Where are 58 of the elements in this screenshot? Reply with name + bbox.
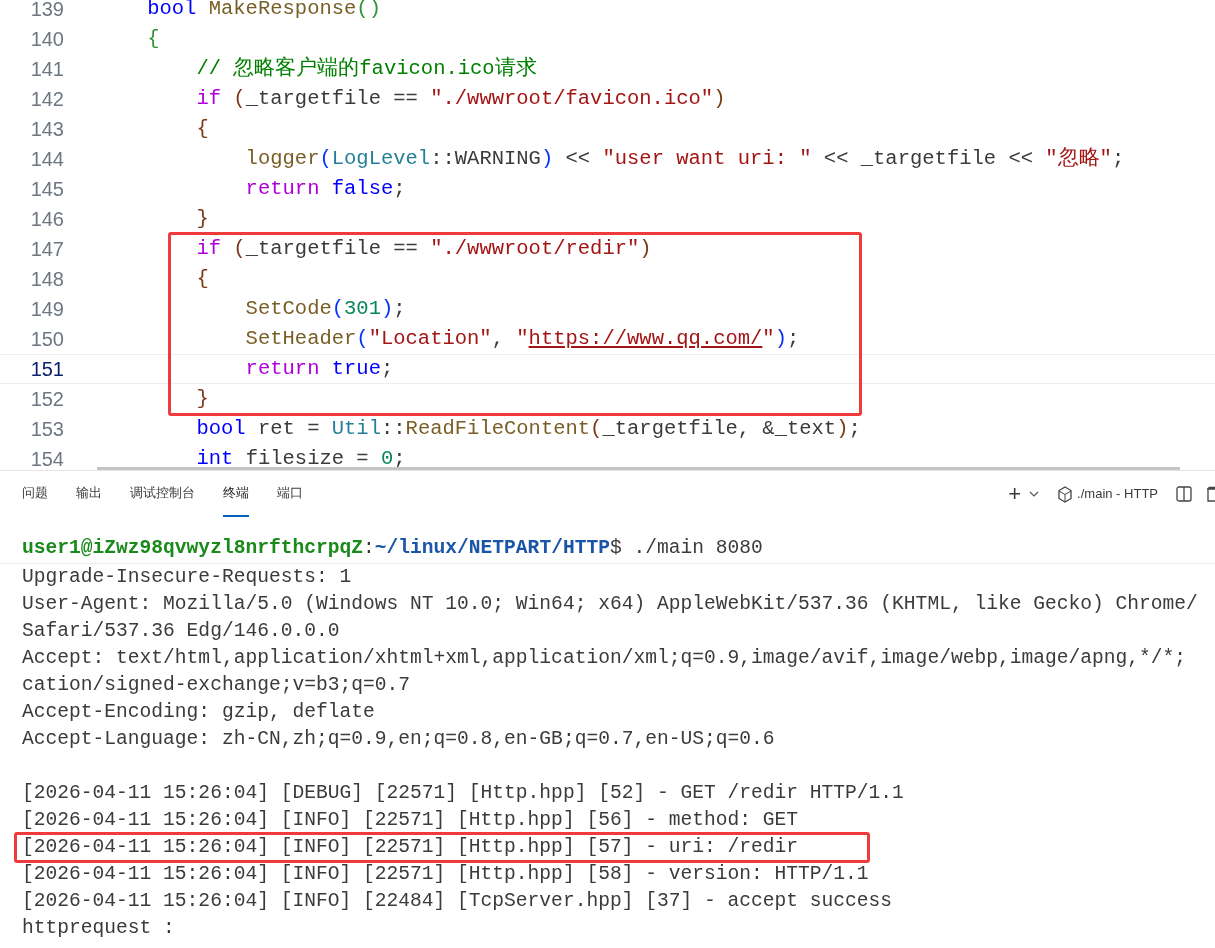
terminal-name: ./main - HTTP	[1077, 485, 1158, 504]
line-number: 153	[29, 417, 64, 442]
terminal-line: Accept-Language: zh-CN,zh;q=0.9,en;q=0.8,en-GB;q=0.7,en-US;q=0.6	[22, 726, 775, 752]
code-line: }	[195, 385, 209, 412]
line-number: 152	[29, 387, 64, 412]
terminal-line: [2026-04-11 15:26:04] [DEBUG] [22571] [Http.hpp] [52] - GET /redir HTTP/1.1	[22, 780, 904, 806]
chevron-down-icon[interactable]	[1029, 491, 1040, 497]
line-number: 148	[29, 267, 64, 292]
line-number: 147	[29, 237, 64, 262]
line-number: 140	[29, 27, 64, 52]
code-line: {	[146, 25, 160, 52]
terminal-line: cation/signed-exchange;v=b3;q=0.7	[22, 672, 411, 698]
terminal-line: [2026-04-11 15:26:04] [INFO] [22484] [TcpServer.hpp] [37] - accept success	[22, 888, 893, 914]
code-line: logger(LogLevel::WARNING) << "user want uri: " << _targetfile << "忽略";	[244, 145, 1125, 172]
panel-tab[interactable]: 问题	[22, 471, 48, 517]
panel-tab[interactable]: 调试控制台	[130, 471, 195, 517]
code-line: }	[195, 205, 209, 232]
panel-tab[interactable]: 终端	[223, 471, 249, 517]
terminal-profile-tab[interactable]: ./main - HTTP	[1057, 484, 1158, 504]
code-line: SetCode(301);	[244, 295, 406, 322]
line-number: 142	[29, 87, 64, 112]
terminal-line: [2026-04-11 15:26:04] [INFO] [22571] [Http.hpp] [57] - uri: /redir	[22, 834, 799, 860]
code-line: if (_targetfile == "./wwwroot/redir")	[195, 235, 652, 262]
line-number: 143	[29, 117, 64, 142]
terminal-line: Safari/537.36 Edg/146.0.0.0	[22, 618, 340, 644]
line-number: 150	[29, 327, 64, 352]
line-number: 154	[29, 447, 64, 470]
code-line: return true;	[244, 355, 394, 382]
cube-icon	[1057, 485, 1074, 503]
line-number: 141	[29, 57, 64, 82]
line-number: 145	[29, 177, 64, 202]
terminal-line: Accept: text/html,application/xhtml+xml,application/xml;q=0.9,image/avif,image/webp,image/apng,*/*;	[22, 645, 1187, 671]
terminal-line: Accept-Encoding: gzip, deflate	[22, 699, 375, 725]
split-icon[interactable]	[1176, 486, 1192, 502]
terminal-line: [2026-04-11 15:26:04] [INFO] [22571] [Http.hpp] [56] - method: GET	[22, 807, 799, 833]
terminal-line: [2026-04-11 15:26:04] [INFO] [22571] [Http.hpp] [58] - version: HTTP/1.1	[22, 861, 869, 887]
code-line: {	[195, 265, 209, 292]
line-number: 144	[29, 147, 64, 172]
code-line: if (_targetfile == "./wwwroot/favicon.ico")	[195, 85, 726, 112]
terminal-line: Upgrade-Insecure-Requests: 1	[22, 564, 352, 590]
terminal-line: User-Agent: Mozilla/5.0 (Windows NT 10.0; Win64; x64) AppleWebKit/537.36 (KHTML, like Gecko) Chrome/	[22, 591, 1198, 617]
new-terminal-button[interactable]: +	[1008, 483, 1022, 505]
trash-icon[interactable]	[1206, 486, 1215, 502]
terminal-prompt: user1@iZwz98qvwyzl8nrfthcrpqZ:~/linux/NETPART/HTTP$ ./main 8080	[22, 535, 763, 561]
line-number: 149	[29, 297, 64, 322]
panel-tab[interactable]: 端口	[277, 471, 303, 517]
line-number: 146	[29, 207, 64, 232]
code-line: SetHeader("Location", "https://www.qq.com/");	[244, 325, 800, 352]
code-line: {	[195, 115, 209, 142]
line-number: 151	[29, 357, 64, 382]
code-line: bool ret = Util::ReadFileContent(_targetfile, &_text);	[195, 415, 861, 442]
line-number: 139	[29, 0, 64, 22]
terminal-line: httprequest :	[22, 915, 175, 941]
code-line: return false;	[244, 175, 406, 202]
code-line: int filesize = 0;	[195, 445, 406, 470]
panel-tab[interactable]: 输出	[76, 471, 102, 517]
horizontal-scrollbar[interactable]	[97, 467, 1180, 470]
code-line: // 忽略客户端的favicon.ico请求	[195, 55, 537, 82]
